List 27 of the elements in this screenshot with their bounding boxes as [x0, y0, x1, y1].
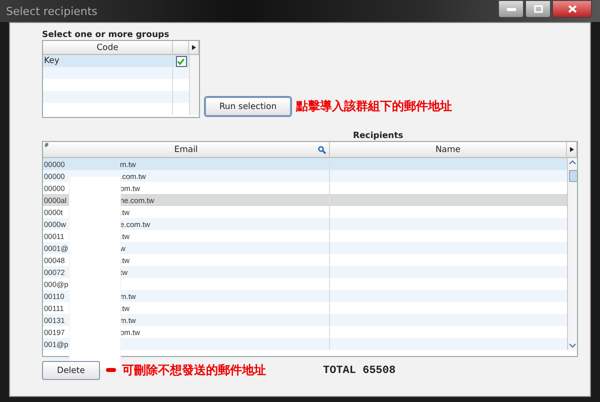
total-count: TOTAL 65508: [323, 365, 396, 377]
minus-icon: [106, 368, 116, 373]
group-checkbox[interactable]: [176, 56, 186, 66]
recipients-title: Recipients: [353, 131, 404, 141]
scrollbar[interactable]: [567, 158, 577, 350]
minimize-icon: [506, 8, 516, 10]
annotation-text: 可刪除不想發送的郵件地址: [122, 362, 266, 379]
delete-button[interactable]: Delete: [42, 361, 100, 380]
scrollbar[interactable]: [189, 55, 199, 115]
window-title: Select recipients: [6, 4, 98, 18]
column-chooser-icon[interactable]: [570, 147, 574, 152]
annotation-text: 點擊導入該群組下的郵件地址: [296, 98, 452, 115]
scroll-down-icon[interactable]: [569, 343, 576, 348]
run-selection-button[interactable]: Run selection: [205, 97, 291, 116]
scroll-up-icon[interactable]: [569, 160, 576, 165]
maximize-icon: [534, 5, 542, 13]
minimize-button[interactable]: [498, 0, 524, 18]
scroll-thumb[interactable]: [569, 170, 577, 182]
close-button[interactable]: [552, 0, 592, 18]
column-header[interactable]: Name: [330, 142, 567, 158]
search-icon[interactable]: [318, 146, 326, 154]
close-icon: [568, 5, 576, 13]
groups-label: Select one or more groups: [42, 30, 170, 40]
column-header[interactable]: Code: [43, 41, 173, 55]
column-title: Email: [174, 144, 198, 154]
column-chooser-icon[interactable]: [192, 45, 196, 50]
maximize-button[interactable]: [525, 0, 551, 18]
